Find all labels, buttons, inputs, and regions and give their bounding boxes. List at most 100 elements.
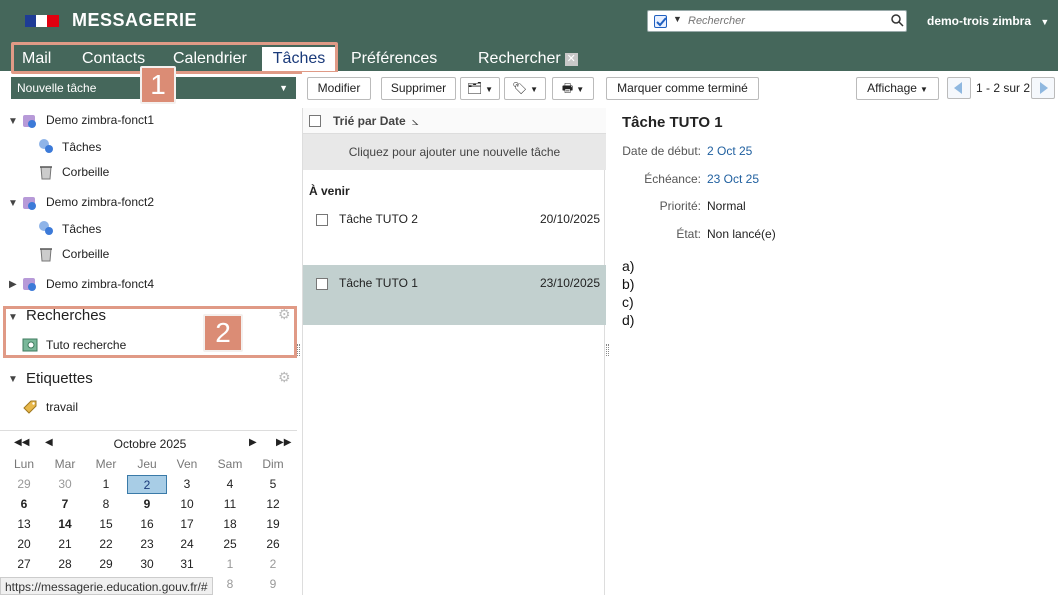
task-checkbox[interactable]: [316, 278, 328, 290]
calendar-day[interactable]: 12: [253, 495, 293, 514]
tags-title[interactable]: Etiquettes: [26, 370, 93, 387]
tab-preferences[interactable]: Préférences: [341, 47, 447, 71]
folder-trash[interactable]: Corbeille: [62, 163, 109, 181]
collapse-icon[interactable]: ▼: [8, 374, 18, 385]
calendar-day[interactable]: 29: [86, 555, 126, 574]
due-date[interactable]: 23 Oct 25: [707, 172, 759, 186]
status-label: État:: [676, 227, 701, 241]
calendar-day[interactable]: 8: [86, 495, 126, 514]
body-line: b): [622, 276, 635, 292]
tab-search[interactable]: Rechercher ✕: [468, 47, 588, 71]
new-task-label: Nouvelle tâche: [17, 81, 97, 95]
calendar-day[interactable]: 11: [210, 495, 250, 514]
chevron-down-icon: ▼: [1040, 17, 1050, 27]
group-label: À venir: [309, 184, 350, 198]
trash-icon: [38, 246, 54, 262]
calendar-day[interactable]: 23: [127, 535, 167, 554]
calendar-day[interactable]: 25: [210, 535, 250, 554]
expand-icon[interactable]: ▶: [9, 279, 17, 290]
search-box[interactable]: ▼: [647, 10, 907, 32]
calendar-day[interactable]: 22: [86, 535, 126, 554]
calendar-day[interactable]: 28: [45, 555, 85, 574]
account-name[interactable]: Demo zimbra-fonct4: [46, 275, 154, 293]
search-icon[interactable]: [891, 14, 904, 30]
calendar-day[interactable]: 4: [210, 475, 250, 494]
account-name[interactable]: Demo zimbra-fonct2: [46, 193, 154, 211]
task-row[interactable]: Tâche TUTO 1 23/10/2025: [303, 265, 606, 325]
calendar-day[interactable]: 30: [127, 555, 167, 574]
tag-item[interactable]: travail: [46, 398, 78, 416]
start-date[interactable]: 2 Oct 25: [707, 144, 752, 158]
calendar-day[interactable]: 26: [253, 535, 293, 554]
calendar-day[interactable]: 24: [167, 535, 207, 554]
next-page-button[interactable]: [1031, 77, 1055, 99]
close-icon[interactable]: ✕: [564, 53, 578, 66]
chevron-down-icon[interactable]: ▼: [673, 14, 682, 24]
calendar-day[interactable]: 8: [210, 575, 250, 594]
calendar-day[interactable]: 3: [167, 475, 207, 494]
splitter-handle[interactable]: [297, 344, 300, 356]
calendar-day[interactable]: 2: [253, 555, 293, 574]
marianne-logo: [25, 12, 59, 30]
calendar-day[interactable]: 18: [210, 515, 250, 534]
next-month-icon[interactable]: ▶: [249, 437, 257, 448]
checkbox-icon[interactable]: [654, 15, 667, 28]
print-button[interactable]: 🖶 ▼: [552, 77, 594, 100]
calendar-day[interactable]: 17: [167, 515, 207, 534]
folder-trash[interactable]: Corbeille: [62, 245, 109, 263]
calendar-day[interactable]: 19: [253, 515, 293, 534]
calendar-day[interactable]: 29: [4, 475, 44, 494]
next-year-icon[interactable]: ▶▶: [276, 437, 291, 448]
calendar-day[interactable]: 20: [4, 535, 44, 554]
prev-page-button[interactable]: [947, 77, 971, 99]
user-menu[interactable]: demo-trois zimbra ▼: [927, 14, 1049, 28]
body-line: d): [622, 312, 635, 328]
calendar-day[interactable]: 15: [86, 515, 126, 534]
collapse-icon[interactable]: ▼: [8, 116, 18, 127]
calendar-day[interactable]: 5: [253, 475, 293, 494]
calendar-day[interactable]: 6: [4, 495, 44, 514]
tasks-folder-icon: [38, 138, 54, 154]
chevron-down-icon: ▼: [530, 85, 539, 94]
calendar-day[interactable]: 27: [4, 555, 44, 574]
add-task-row[interactable]: Cliquez pour ajouter une nouvelle tâche: [303, 134, 606, 170]
task-detail: Tâche TUTO 1 Date de début: 2 Oct 25 Éch…: [613, 108, 1058, 595]
calendar-day[interactable]: 2: [127, 475, 167, 494]
gear-icon[interactable]: ⚙: [278, 369, 291, 386]
calendar-header: ◀◀ ◀ Octobre 2025 ▶ ▶▶: [0, 437, 297, 453]
chevron-down-icon[interactable]: ▼: [279, 77, 288, 99]
splitter-handle[interactable]: [606, 344, 609, 356]
view-button[interactable]: Affichage ▼: [856, 77, 939, 100]
mark-done-button[interactable]: Marquer comme terminé: [606, 77, 759, 100]
collapse-icon[interactable]: ▼: [8, 198, 18, 209]
calendar-day[interactable]: 13: [4, 515, 44, 534]
edit-button[interactable]: Modifier: [307, 77, 371, 100]
calendar-day[interactable]: 9: [127, 495, 167, 514]
calendar-day[interactable]: 31: [167, 555, 207, 574]
folder-tasks[interactable]: Tâches: [62, 220, 101, 238]
sort-header[interactable]: Trié par Date ⦣: [333, 114, 419, 129]
account-name[interactable]: Demo zimbra-fonct1: [46, 111, 154, 129]
calendar-day[interactable]: 21: [45, 535, 85, 554]
sort-label: Trié par Date: [333, 114, 406, 128]
search-input[interactable]: [688, 13, 884, 29]
account-icon: [22, 195, 38, 211]
tag-button[interactable]: 🏷 ▼: [504, 77, 546, 100]
calendar-weekday: Jeu: [137, 457, 157, 471]
calendar-day[interactable]: 1: [86, 475, 126, 494]
calendar-day[interactable]: 7: [45, 495, 85, 514]
calendar-day[interactable]: 14: [45, 515, 85, 534]
task-row[interactable]: Tâche TUTO 2 20/10/2025: [303, 206, 606, 266]
task-checkbox[interactable]: [316, 214, 328, 226]
calendar-day[interactable]: 10: [167, 495, 207, 514]
calendar-day[interactable]: 1: [210, 555, 250, 574]
calendar-day[interactable]: 30: [45, 475, 85, 494]
folder-tasks[interactable]: Tâches: [62, 138, 101, 156]
calendar-day[interactable]: 16: [127, 515, 167, 534]
select-all-checkbox[interactable]: [309, 115, 321, 127]
calendar-weekday: Mar: [54, 457, 76, 471]
tag-icon: 🏷: [511, 81, 528, 95]
move-button[interactable]: 🗂 ▼: [460, 77, 500, 100]
calendar-day[interactable]: 9: [253, 575, 293, 594]
delete-button[interactable]: Supprimer: [381, 77, 456, 100]
